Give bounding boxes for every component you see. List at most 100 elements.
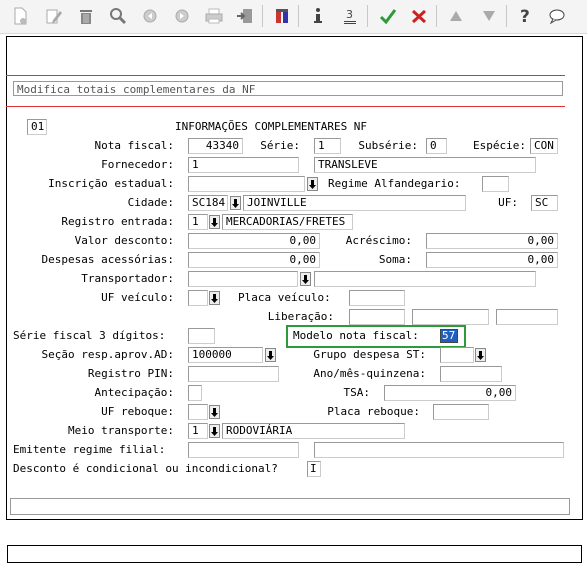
valor-desconto-field[interactable]: 0,00: [188, 233, 320, 249]
antecipacao-field[interactable]: [188, 385, 202, 401]
subserie-field[interactable]: 0: [426, 138, 447, 154]
divider-line: [6, 75, 565, 76]
soma-label: Soma:: [378, 253, 412, 266]
uf-label: UF:: [498, 196, 518, 209]
registro-entrada-code-field[interactable]: 1: [188, 214, 208, 230]
modelo-nf-field[interactable]: 57: [440, 329, 458, 343]
secao-dropdown-icon[interactable]: [265, 348, 276, 362]
regime-alf-field[interactable]: [482, 176, 509, 192]
emitente-name-field[interactable]: [314, 442, 564, 458]
ano-mes-field[interactable]: [440, 366, 502, 382]
last-record-icon[interactable]: [170, 4, 194, 28]
registro-entrada-name-field[interactable]: MERCADORIAS/FRETES: [222, 214, 353, 230]
emitente-code-field[interactable]: [188, 442, 299, 458]
liberacao-field-3[interactable]: [496, 309, 558, 325]
inscricao-field[interactable]: [188, 176, 305, 192]
uf-veiculo-dropdown-icon[interactable]: [209, 291, 220, 305]
secao-field[interactable]: 100000: [188, 347, 263, 363]
tsa-field[interactable]: 0,00: [384, 385, 516, 401]
especie-field[interactable]: CON: [530, 138, 558, 154]
placa-reboque-label: Placa reboque:: [327, 405, 420, 418]
edit-pencil-icon[interactable]: [42, 4, 66, 28]
svg-text:3: 3: [346, 8, 353, 21]
cancel-x-icon[interactable]: [407, 4, 431, 28]
meio-transporte-dropdown-icon[interactable]: [209, 424, 220, 438]
regime-alf-label: Regime Alfandegario:: [328, 177, 461, 190]
transportador-dropdown-icon[interactable]: [300, 272, 311, 286]
exit-door-icon[interactable]: [233, 4, 257, 28]
new-document-icon[interactable]: [8, 4, 32, 28]
search-icon[interactable]: [106, 4, 130, 28]
toolbar: 3 ?: [0, 0, 587, 34]
cidade-label: Cidade:: [127, 196, 174, 209]
placa-veiculo-field[interactable]: [349, 290, 405, 306]
info-icon[interactable]: [306, 4, 330, 28]
meio-transporte-label: Meio transporte:: [68, 424, 174, 437]
arrow-up-icon[interactable]: [444, 4, 468, 28]
fornecedor-name-field[interactable]: TRANSLEVE: [314, 157, 536, 173]
uf-reboque-dropdown-icon[interactable]: [209, 405, 220, 419]
svg-text:?: ?: [520, 7, 530, 25]
acrescimo-label: Acréscimo:: [345, 234, 412, 247]
serie-fiscal-label: Série fiscal 3 dígitos:: [13, 329, 166, 342]
nota-fiscal-field[interactable]: 43340: [188, 138, 243, 154]
desconto-cond-label: Desconto é condicional ou incondicional?: [13, 462, 278, 475]
registro-entrada-dropdown-icon[interactable]: [209, 215, 220, 229]
serie-field[interactable]: 1: [314, 138, 341, 154]
colors-icon[interactable]: [270, 4, 294, 28]
toolbar-separator: [298, 5, 299, 27]
print-icon[interactable]: [202, 4, 226, 28]
secao-label: Seção resp.aprov.AD:: [41, 348, 174, 361]
grupo-despesa-dropdown-icon[interactable]: [475, 348, 486, 362]
status-bar: [7, 545, 582, 563]
section-title: INFORMAÇÕES COMPLEMENTARES NF: [175, 120, 368, 133]
desconto-cond-field[interactable]: I: [307, 461, 321, 477]
transportador-code-field[interactable]: [188, 271, 298, 287]
subserie-label: Subsérie:: [358, 139, 418, 152]
uf-field[interactable]: SC: [531, 195, 558, 211]
footnote-icon[interactable]: 3: [338, 4, 362, 28]
help-question-icon[interactable]: ?: [514, 4, 538, 28]
acrescimo-field[interactable]: 0,00: [426, 233, 558, 249]
placa-reboque-field[interactable]: [433, 404, 489, 420]
uf-veiculo-field[interactable]: [188, 290, 208, 306]
fornecedor-code-field[interactable]: 1: [188, 157, 299, 173]
toolbar-separator: [506, 5, 507, 27]
cidade-code-field[interactable]: SC184: [188, 195, 228, 211]
soma-field[interactable]: 0,00: [426, 252, 558, 268]
first-record-icon[interactable]: [138, 4, 162, 28]
grupo-despesa-field[interactable]: [440, 347, 474, 363]
antecipacao-label: Antecipação:: [94, 386, 174, 399]
liberacao-field-2[interactable]: [412, 309, 489, 325]
uf-reboque-label: UF reboque:: [101, 405, 174, 418]
registro-pin-field[interactable]: [188, 366, 279, 382]
registro-entrada-label: Registro entrada:: [61, 215, 174, 228]
trash-icon[interactable]: [74, 4, 98, 28]
toolbar-separator: [436, 5, 437, 27]
uf-reboque-field[interactable]: [188, 404, 208, 420]
uf-veiculo-label: UF veículo:: [101, 291, 174, 304]
despesas-label: Despesas acessórias:: [41, 253, 174, 266]
confirm-check-icon[interactable]: [376, 4, 400, 28]
tsa-label: TSA:: [343, 386, 371, 399]
serie-label: Série:: [260, 139, 300, 152]
arrow-down-icon[interactable]: [477, 4, 501, 28]
inscricao-dropdown-icon[interactable]: [307, 177, 318, 191]
emitente-label: Emitente regime filial:: [13, 443, 166, 456]
comment-bubble-icon[interactable]: [545, 4, 569, 28]
modelo-nf-label: Modelo nota fiscal:: [293, 329, 419, 342]
grupo-despesa-label: Grupo despesa ST:: [313, 348, 426, 361]
divider-line: [6, 106, 565, 107]
liberacao-field-1[interactable]: [349, 309, 405, 325]
despesas-field[interactable]: 0,00: [188, 252, 320, 268]
serie-fiscal-field[interactable]: [188, 328, 215, 344]
valor-desconto-label: Valor desconto:: [74, 234, 174, 247]
transportador-name-field[interactable]: [314, 271, 536, 287]
placa-veiculo-label: Placa veículo:: [238, 291, 331, 304]
cidade-name-field[interactable]: JOINVILLE: [243, 195, 466, 211]
message-bar: [10, 498, 570, 515]
fornecedor-label: Fornecedor:: [101, 158, 174, 171]
cidade-dropdown-icon[interactable]: [230, 196, 241, 210]
meio-transporte-name-field[interactable]: RODOVIÁRIA: [222, 423, 405, 439]
meio-transporte-code-field[interactable]: 1: [188, 423, 208, 439]
